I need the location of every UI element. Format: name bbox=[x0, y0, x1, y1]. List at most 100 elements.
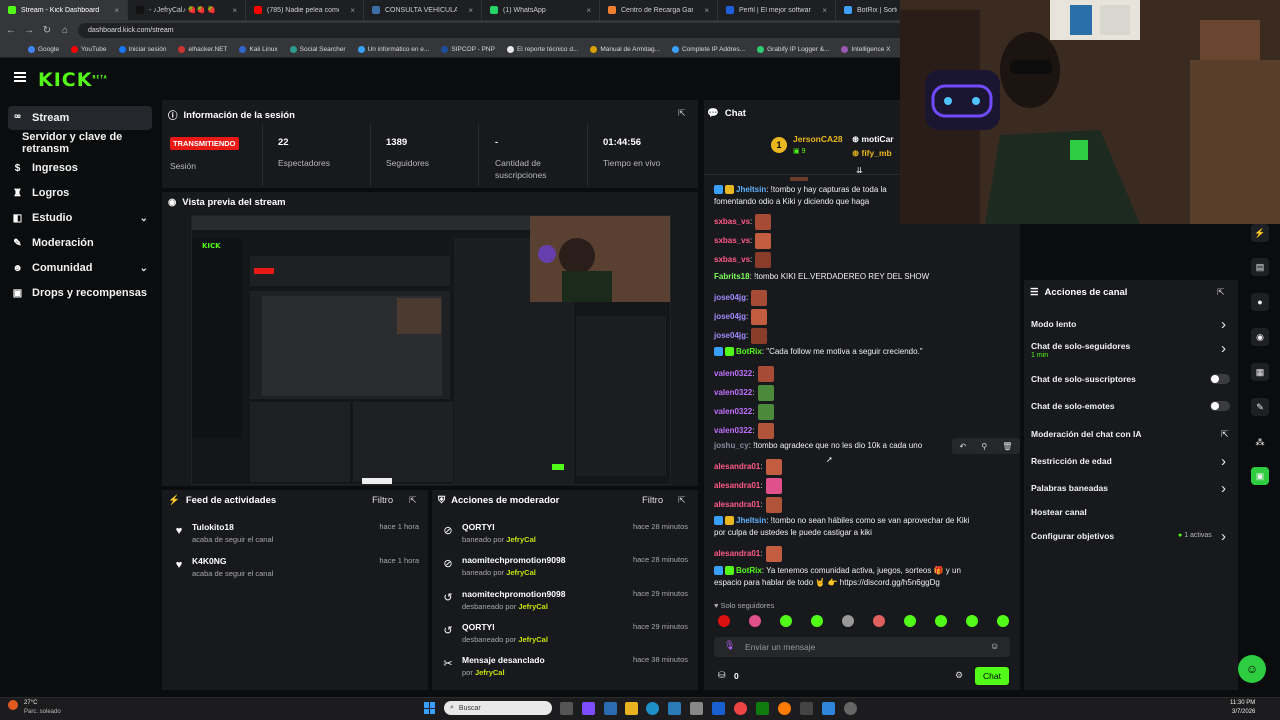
activity-filter-button[interactable]: Filtro bbox=[372, 495, 393, 506]
mic-icon[interactable]: 🎙 bbox=[724, 640, 735, 651]
quick-emote-icon[interactable] bbox=[749, 615, 761, 627]
pin-icon[interactable]: ⚲ bbox=[981, 442, 987, 451]
channel-action-5[interactable]: Restricción de edad bbox=[1031, 456, 1112, 466]
chat-message[interactable]: Fabrits18: !tombo KIKI EL.VERDADEREO REY… bbox=[714, 272, 1020, 281]
app-icon[interactable] bbox=[822, 702, 835, 715]
close-tab-icon[interactable]: × bbox=[344, 6, 355, 15]
quick-emote-icon[interactable] bbox=[935, 615, 947, 627]
chat-message[interactable]: alesandra01: bbox=[714, 497, 1020, 513]
chat-username[interactable]: valen0322 bbox=[714, 369, 752, 378]
channel-action-8[interactable]: Configurar objetivos bbox=[1031, 531, 1114, 541]
reply-icon[interactable]: ↶ bbox=[960, 442, 967, 451]
browser-tab[interactable]: - ♪JefryCal♪ 🍓🍓 🍓 × bbox=[128, 0, 246, 20]
chat-username[interactable]: sxbas_vs bbox=[714, 236, 750, 245]
sidebar-item-stream[interactable]: ꟹ Stream bbox=[8, 106, 152, 130]
chat-username[interactable]: valen0322 bbox=[714, 407, 752, 416]
emoji-icon[interactable]: ☺ bbox=[990, 641, 999, 651]
browser-tab[interactable]: (1) WhatsApp × bbox=[482, 0, 600, 20]
quick-action-share-icon[interactable]: ⁂ bbox=[1251, 433, 1269, 451]
edge-icon[interactable] bbox=[646, 702, 659, 715]
external-link-icon[interactable]: ⇱ bbox=[1221, 429, 1229, 440]
sidebar-item-ingresos[interactable]: $ Ingresos bbox=[8, 156, 152, 180]
bookmark-item[interactable]: Un informático en e... bbox=[357, 45, 429, 53]
quick-action-broadcast-icon[interactable]: ◉ bbox=[1251, 328, 1269, 346]
quick-action-bolt-icon[interactable]: ⚡ bbox=[1251, 224, 1269, 242]
chat-message[interactable]: jose04jg: bbox=[714, 309, 1020, 325]
url-field[interactable]: dashboard.kick.com/stream bbox=[78, 23, 958, 38]
browser-tab[interactable]: Centro de Recarga Garena × bbox=[600, 0, 718, 20]
weather-icon[interactable] bbox=[8, 700, 18, 710]
kick-logo[interactable]: KICKBETA bbox=[38, 69, 108, 91]
xbox-icon[interactable] bbox=[756, 702, 769, 715]
settings-app-icon[interactable] bbox=[690, 702, 703, 715]
quick-emote-icon[interactable] bbox=[842, 615, 854, 627]
quick-emote-icon[interactable] bbox=[997, 615, 1009, 627]
bookmark-item[interactable]: Complete IP Addres... bbox=[671, 45, 745, 53]
top-gifter-3[interactable]: ⊛ fify_mb bbox=[852, 148, 892, 159]
chat-message[interactable]: BotRix: Ya tenemos comunidad activa, jue… bbox=[714, 566, 1020, 576]
bookmark-item[interactable]: elhacker.NET bbox=[178, 45, 227, 53]
chat-username[interactable]: alesandra01 bbox=[714, 500, 760, 509]
chat-message[interactable]: jose04jg: bbox=[714, 328, 1020, 344]
chat-message[interactable]: sxbas_vs: bbox=[714, 252, 1020, 268]
reload-icon[interactable]: ↻ bbox=[42, 25, 52, 36]
bookmark-item[interactable]: Google bbox=[28, 45, 59, 53]
app-icon-2[interactable] bbox=[844, 702, 857, 715]
chrome-icon[interactable] bbox=[734, 702, 747, 715]
mod-action-target[interactable]: QORTYI bbox=[462, 622, 495, 632]
chat-username[interactable]: jose04jg bbox=[714, 331, 746, 340]
mod-action-target[interactable]: QORTYI bbox=[462, 522, 495, 532]
chevron-right-icon[interactable]: › bbox=[1221, 453, 1226, 470]
channel-action-7[interactable]: Hostear canal bbox=[1031, 507, 1087, 517]
chat-message[interactable]: alesandra01: bbox=[714, 459, 1020, 475]
chat-settings-icon[interactable]: ⚙ bbox=[955, 670, 963, 681]
close-tab-icon[interactable]: × bbox=[226, 6, 237, 15]
teams-icon[interactable] bbox=[604, 702, 617, 715]
popout-icon[interactable]: ⇱ bbox=[409, 495, 417, 506]
chat-message[interactable]: BotRix: "Cada follow me motiva a seguir … bbox=[714, 347, 1020, 357]
mod-action-target[interactable]: naomitechpromotion9098 bbox=[462, 555, 565, 565]
stream-preview-video[interactable]: KICK bbox=[191, 215, 671, 485]
quick-action-notes-icon[interactable]: ▤ bbox=[1251, 258, 1269, 276]
delete-icon[interactable]: 🗑 bbox=[1002, 442, 1012, 451]
popout-icon[interactable]: ⇱ bbox=[1217, 287, 1225, 298]
close-tab-icon[interactable]: × bbox=[580, 6, 591, 15]
windows-start-icon[interactable] bbox=[424, 702, 436, 714]
chat-message[interactable]: valen0322: bbox=[714, 366, 1020, 382]
popout-icon[interactable]: ⇱ bbox=[678, 495, 686, 506]
chevron-right-icon[interactable]: › bbox=[1221, 480, 1226, 497]
clock-time[interactable]: 11:30 PM bbox=[1230, 700, 1255, 706]
quick-action-chat-icon[interactable]: ● bbox=[1251, 293, 1269, 311]
mod-action-moderator[interactable]: JefryCal bbox=[518, 602, 548, 611]
chat-username[interactable]: BotRix bbox=[736, 566, 762, 575]
chat-username[interactable]: sxbas_vs bbox=[714, 217, 750, 226]
toggle-switch[interactable] bbox=[1210, 401, 1230, 411]
mod-action-target[interactable]: naomitechpromotion9098 bbox=[462, 589, 565, 599]
bookmark-item[interactable]: Manual de Armitag... bbox=[590, 45, 660, 53]
weather-temp[interactable]: 27°C bbox=[24, 700, 37, 706]
chat-message[interactable]: jose04jg: bbox=[714, 290, 1020, 306]
channel-action-6[interactable]: Palabras baneadas bbox=[1031, 483, 1108, 493]
chat-message[interactable]: Jheltsin: !tombo no sean hábiles como se… bbox=[714, 516, 1020, 526]
home-icon[interactable]: ⌂ bbox=[60, 25, 70, 36]
sidebar-item-estudio[interactable]: ◧ Estudio ⌄ bbox=[8, 206, 152, 230]
quick-emote-icon[interactable] bbox=[873, 615, 885, 627]
bookmark-item[interactable]: YouTube bbox=[70, 45, 107, 53]
quick-emote-icon[interactable] bbox=[904, 615, 916, 627]
close-tab-icon[interactable]: × bbox=[108, 6, 119, 15]
chat-username[interactable]: Jheltsin bbox=[736, 185, 766, 194]
activity-username[interactable]: K4K0NG bbox=[192, 556, 226, 566]
bookmark-item[interactable]: Grabify IP Logger &... bbox=[757, 45, 829, 53]
chat-username[interactable]: joshu_cy bbox=[714, 441, 749, 450]
bookmark-item[interactable]: Kali Linux bbox=[239, 45, 278, 53]
vscode-icon[interactable] bbox=[712, 702, 725, 715]
quick-emote-icon[interactable] bbox=[966, 615, 978, 627]
mod-filter-button[interactable]: Filtro bbox=[642, 495, 663, 506]
chat-username[interactable]: valen0322 bbox=[714, 388, 752, 397]
chat-username[interactable]: alesandra01 bbox=[714, 462, 760, 471]
send-chat-button[interactable]: Chat bbox=[975, 667, 1009, 685]
chat-username[interactable]: alesandra01 bbox=[714, 481, 760, 490]
sidebar-item-comunidad[interactable]: ☻ Comunidad ⌄ bbox=[8, 256, 152, 280]
file-explorer-icon[interactable] bbox=[625, 702, 638, 715]
close-tab-icon[interactable]: × bbox=[462, 6, 473, 15]
